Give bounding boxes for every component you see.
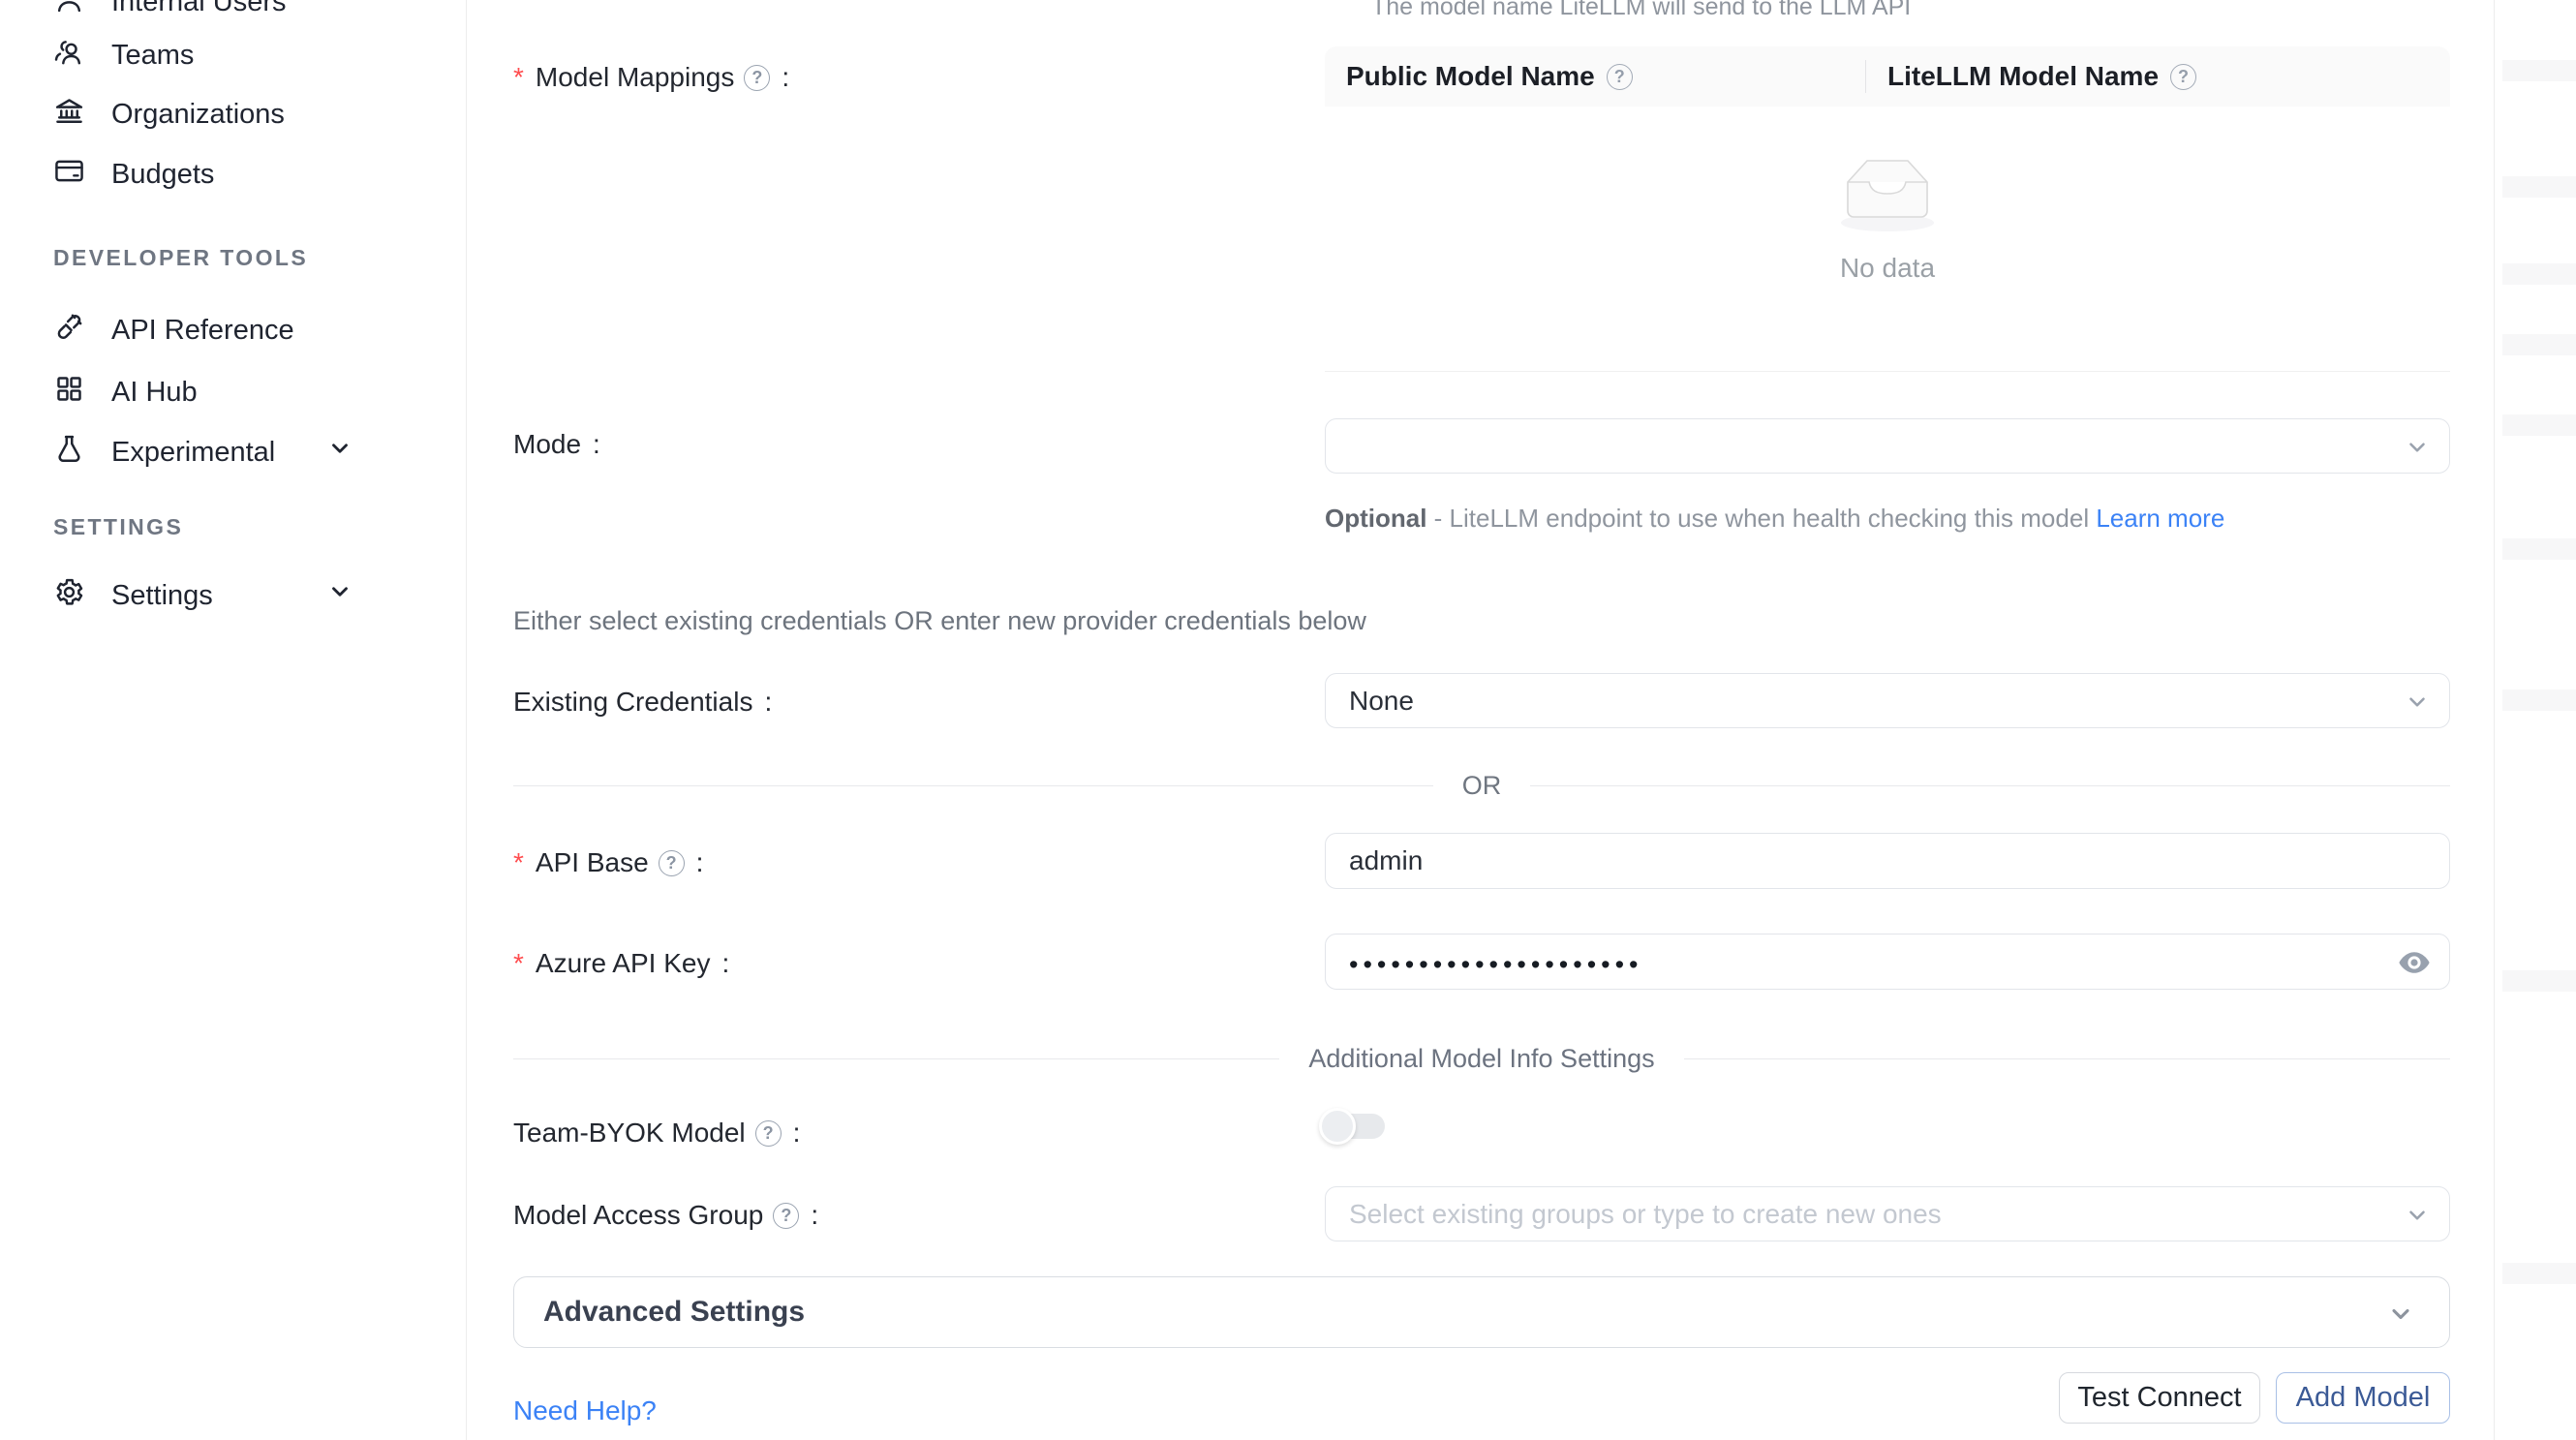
divider-line	[513, 785, 1433, 786]
sidebar-section-developer-tools: DEVELOPER TOOLS	[53, 245, 308, 271]
existing-credentials-label: Existing Credentials	[513, 687, 772, 718]
form-footer: Need Help? Test Connect Add Model	[513, 1372, 2450, 1430]
chevron-down-icon	[2405, 689, 2430, 721]
help-circle-icon[interactable]	[744, 65, 770, 91]
credentials-hint-text: Either select existing credentials OR en…	[513, 606, 2450, 636]
model-access-group-row: Model Access Group Select existing group…	[513, 1186, 2450, 1241]
mode-help-text: Optional - LiteLLM endpoint to use when …	[1325, 496, 2235, 540]
sidebar-item-label: API Reference	[111, 315, 294, 347]
litellm-add-model-page: { "sidebar": { "items": [ { "label": "In…	[0, 0, 2576, 1440]
model-mappings-label: Model Mappings	[513, 62, 789, 93]
plug-icon	[53, 311, 85, 351]
credit-card-icon	[53, 155, 85, 195]
help-circle-icon[interactable]	[773, 1203, 799, 1229]
flask-icon	[53, 433, 85, 473]
chevron-down-icon	[2405, 1203, 2430, 1235]
toggle-knob	[1319, 1108, 1356, 1145]
sidebar-section-settings: SETTINGS	[53, 514, 183, 540]
sidebar-item-label: Organizations	[111, 99, 285, 131]
api-base-row: API Base	[513, 833, 2450, 889]
table-header: Public Model Name LiteLLM Model Name	[1325, 46, 2450, 107]
mode-select[interactable]	[1325, 418, 2450, 474]
team-byok-control	[1325, 1104, 2450, 1139]
model-access-group-label: Model Access Group	[513, 1200, 818, 1231]
api-base-label: API Base	[513, 847, 703, 878]
learn-more-link[interactable]: Learn more	[2096, 504, 2224, 533]
select-placeholder: Select existing groups or type to create…	[1349, 1199, 1942, 1230]
azure-api-key-input[interactable]: •••••••••••••••••••••	[1325, 934, 2450, 990]
mode-label: Mode	[513, 429, 600, 460]
advanced-settings-panel[interactable]: Advanced Settings	[513, 1276, 2450, 1348]
no-data-text: No data	[1325, 253, 2450, 284]
azure-api-key-label: Azure API Key	[513, 948, 729, 979]
sidebar-item-organizations[interactable]: Organizations	[0, 87, 466, 141]
sidebar: Internal Users Teams Organizations Budge…	[0, 0, 467, 1440]
required-asterisk	[513, 847, 526, 878]
additional-settings-text: Additional Model Info Settings	[1308, 1044, 1654, 1074]
gear-icon	[53, 576, 85, 616]
bank-icon	[53, 95, 85, 135]
sidebar-item-label: Internal Users	[111, 0, 287, 18]
divider-line	[1684, 1058, 2450, 1059]
chevron-down-icon	[327, 579, 353, 612]
sidebar-item-label: Teams	[111, 40, 194, 72]
advanced-settings-title: Advanced Settings	[543, 1296, 805, 1329]
help-circle-icon[interactable]	[1607, 64, 1633, 90]
sidebar-item-experimental[interactable]: Experimental	[0, 425, 466, 479]
sidebar-item-label: AI Hub	[111, 377, 198, 409]
footer-buttons: Test Connect Add Model	[2059, 1372, 2450, 1424]
divider-line	[513, 1058, 1279, 1059]
team-byok-label: Team-BYOK Model	[513, 1118, 800, 1149]
existing-credentials-row: Existing Credentials None	[513, 673, 2450, 728]
add-model-button[interactable]: Add Model	[2276, 1372, 2450, 1424]
sidebar-item-teams[interactable]: Teams	[0, 28, 466, 82]
users-icon	[53, 36, 85, 76]
additional-settings-divider: Additional Model Info Settings	[513, 1044, 2450, 1073]
api-base-input[interactable]	[1325, 833, 2450, 889]
required-asterisk	[513, 62, 526, 93]
need-help-link[interactable]: Need Help?	[513, 1395, 657, 1426]
advanced-settings-row: Advanced Settings	[513, 1276, 2450, 1348]
sidebar-item-label: Budgets	[111, 159, 214, 191]
grid-icon	[53, 373, 85, 413]
existing-credentials-select[interactable]: None	[1325, 673, 2450, 728]
table-empty-state: No data	[1325, 107, 2450, 372]
test-connect-button[interactable]: Test Connect	[2059, 1372, 2260, 1424]
sidebar-item-api-reference[interactable]: API Reference	[0, 303, 466, 357]
sidebar-item-internal-users[interactable]: Internal Users	[0, 0, 466, 29]
chevron-down-icon	[327, 436, 353, 469]
help-circle-icon[interactable]	[2170, 64, 2196, 90]
eye-icon[interactable]	[2397, 945, 2432, 980]
chevron-down-icon	[2405, 435, 2430, 467]
azure-api-key-row: Azure API Key •••••••••••••••••••••	[513, 934, 2450, 990]
credentials-hint-row: Either select existing credentials OR en…	[513, 606, 2450, 636]
column-public-model-name: Public Model Name	[1325, 46, 1866, 107]
mode-row: Mode	[513, 418, 2450, 474]
user-icon	[53, 0, 85, 22]
or-text: OR	[1462, 771, 1502, 801]
required-asterisk	[513, 948, 526, 979]
sidebar-item-label: Experimental	[111, 437, 275, 469]
divider-line	[1530, 785, 2450, 786]
help-circle-icon[interactable]	[755, 1120, 782, 1147]
model-access-group-select[interactable]: Select existing groups or type to create…	[1325, 1186, 2450, 1241]
column-litellm-model-name: LiteLLM Model Name	[1866, 46, 2450, 107]
model-mappings-table: Public Model Name LiteLLM Model Name No …	[1325, 46, 2450, 372]
sidebar-item-budgets[interactable]: Budgets	[0, 147, 466, 201]
chevron-down-icon	[2387, 1301, 2414, 1333]
sidebar-item-ai-hub[interactable]: AI Hub	[0, 365, 466, 419]
add-model-form: The model name LiteLLM will send to the …	[467, 0, 2494, 1440]
masked-api-key: •••••••••••••••••••••	[1349, 944, 1643, 980]
team-byok-toggle[interactable]	[1325, 1114, 1385, 1139]
empty-inbox-icon	[1825, 143, 1950, 236]
or-divider: OR	[513, 771, 2450, 800]
background-page-edge	[2494, 0, 2576, 1440]
sidebar-item-settings[interactable]: Settings	[0, 568, 466, 623]
litellm-model-name-hint: The model name LiteLLM will send to the …	[1371, 0, 1911, 21]
sidebar-item-label: Settings	[111, 580, 213, 612]
help-circle-icon[interactable]	[659, 850, 685, 876]
